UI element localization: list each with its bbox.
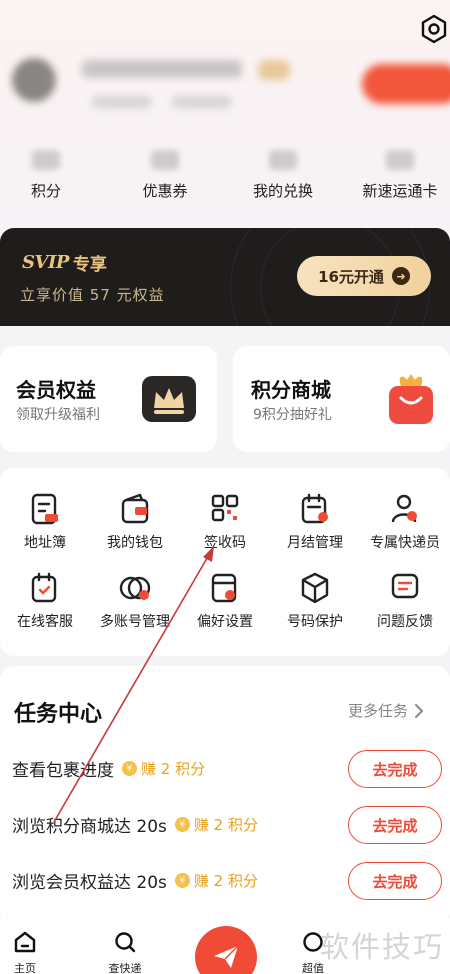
stat-label: 我的兑换 (252, 182, 313, 200)
task-complete-button[interactable]: 去完成 (348, 862, 442, 900)
svip-open-button[interactable]: 16元开通 ➜ (297, 256, 431, 296)
service-wallet[interactable]: 我的钱包 (90, 492, 180, 552)
service-address-book[interactable]: 地址簿 (0, 492, 90, 552)
service-courier[interactable]: 专属快递员 (360, 492, 450, 552)
task-name: 浏览积分商城达 20s (12, 817, 167, 837)
watermark-text: 软件技巧 (320, 930, 445, 964)
service-number-protection[interactable]: 号码保护 (270, 571, 360, 631)
stat-points[interactable]: 积分 (0, 150, 96, 201)
qr-code-icon (211, 494, 239, 522)
tab-label: 查快递 (108, 962, 142, 974)
task-item: 浏览积分商城达 20s ¥ 赚 2 积分 (12, 812, 258, 837)
service-label: 号码保护 (287, 614, 343, 630)
user-info-blurred (92, 96, 152, 108)
member-benefits-card[interactable]: 会员权益 领取升级福利 (0, 346, 217, 452)
service-label: 在线客服 (17, 614, 73, 630)
customer-service-icon (31, 572, 57, 603)
home-icon (14, 931, 36, 953)
coin-icon: ¥ (174, 817, 190, 832)
multi-account-icon (119, 576, 151, 600)
avatar[interactable] (12, 58, 56, 102)
wallet-icon (121, 493, 149, 524)
task-reward: 赚 2 积分 (193, 872, 258, 890)
svip-open-label: 16元开通 (318, 267, 384, 286)
service-label: 专属快递员 (370, 535, 440, 551)
profile-header (0, 0, 450, 240)
task-name: 浏览会员权益达 20s (12, 873, 167, 893)
crown-icon (142, 376, 196, 422)
task-name: 查看包裹进度 (12, 761, 114, 781)
more-tasks-label: 更多任务 (348, 702, 409, 720)
service-label: 月结管理 (287, 535, 343, 551)
arrow-right-icon: ➜ (391, 267, 410, 285)
task-complete-button[interactable]: 去完成 (348, 750, 442, 788)
service-label: 签收码 (204, 535, 246, 551)
stat-label: 积分 (30, 182, 61, 200)
stat-value-blurred (386, 150, 414, 170)
task-item: 查看包裹进度 ¥ 赚 2 积分 (12, 756, 205, 781)
card-subtitle: 9积分抽好礼 (253, 407, 332, 423)
address-book-icon (31, 493, 58, 525)
service-label: 我的钱包 (107, 535, 163, 551)
preference-icon (211, 573, 237, 603)
send-icon (214, 945, 239, 968)
member-badge-blurred (258, 60, 290, 80)
card-subtitle: 领取升级福利 (16, 407, 100, 423)
calendar-settings-icon (301, 493, 328, 524)
points-mall-card[interactable]: 积分商城 9积分抽好礼 (233, 346, 450, 452)
courier-icon (391, 494, 417, 523)
stat-value-blurred (32, 150, 60, 170)
card-title: 积分商城 (251, 378, 331, 402)
stat-express-card[interactable]: 新速运通卡 (350, 150, 450, 201)
service-label: 地址簿 (24, 535, 66, 551)
service-multi-account[interactable]: 多账号管理 (90, 571, 180, 631)
coin-icon: ¥ (122, 761, 137, 776)
service-qr-code[interactable]: 签收码 (180, 492, 270, 552)
tab-track[interactable]: 查快递 (95, 930, 155, 974)
service-preferences[interactable]: 偏好设置 (180, 571, 270, 631)
sign-in-button-blurred[interactable] (362, 64, 450, 104)
task-complete-button[interactable]: 去完成 (348, 806, 442, 844)
stat-coupons[interactable]: 优惠券 (115, 150, 215, 201)
gear-icon[interactable] (419, 14, 449, 44)
feedback-icon (391, 573, 419, 599)
search-icon (115, 932, 136, 953)
svip-logo: SVIP (22, 252, 69, 273)
svip-exclusive-label: 专享 (72, 255, 107, 275)
stat-label: 优惠券 (142, 182, 188, 200)
svip-title: SVIP 专享 (22, 250, 107, 275)
more-tasks-link[interactable]: 更多任务 (348, 700, 424, 721)
stat-label: 新速运通卡 (362, 182, 438, 200)
task-reward: 赚 2 积分 (141, 760, 206, 778)
stat-value-blurred (269, 150, 297, 170)
tab-label: 主页 (14, 962, 36, 974)
task-reward: 赚 2 积分 (193, 816, 258, 834)
coin-icon: ¥ (174, 873, 190, 888)
user-info-blurred-2 (172, 96, 232, 108)
task-center-title: 任务中心 (14, 702, 103, 727)
chevron-right-icon (415, 703, 424, 718)
tab-home[interactable]: 主页 (0, 930, 55, 974)
service-label: 问题反馈 (377, 614, 433, 630)
service-label: 偏好设置 (197, 614, 253, 630)
stat-exchanges[interactable]: 我的兑换 (233, 150, 333, 201)
service-customer-service[interactable]: 在线客服 (0, 571, 90, 631)
stat-value-blurred (151, 150, 179, 170)
user-name-blurred (82, 60, 242, 78)
svip-subtitle: 立享价值 57 元权益 (20, 286, 165, 304)
service-label: 多账号管理 (100, 614, 170, 630)
task-item: 浏览会员权益达 20s ¥ 赚 2 积分 (12, 868, 258, 893)
shield-box-icon (301, 572, 329, 604)
service-monthly-billing[interactable]: 月结管理 (270, 492, 360, 552)
shopping-bag-icon (389, 374, 433, 424)
card-title: 会员权益 (16, 378, 96, 402)
service-feedback[interactable]: 问题反馈 (360, 571, 450, 631)
